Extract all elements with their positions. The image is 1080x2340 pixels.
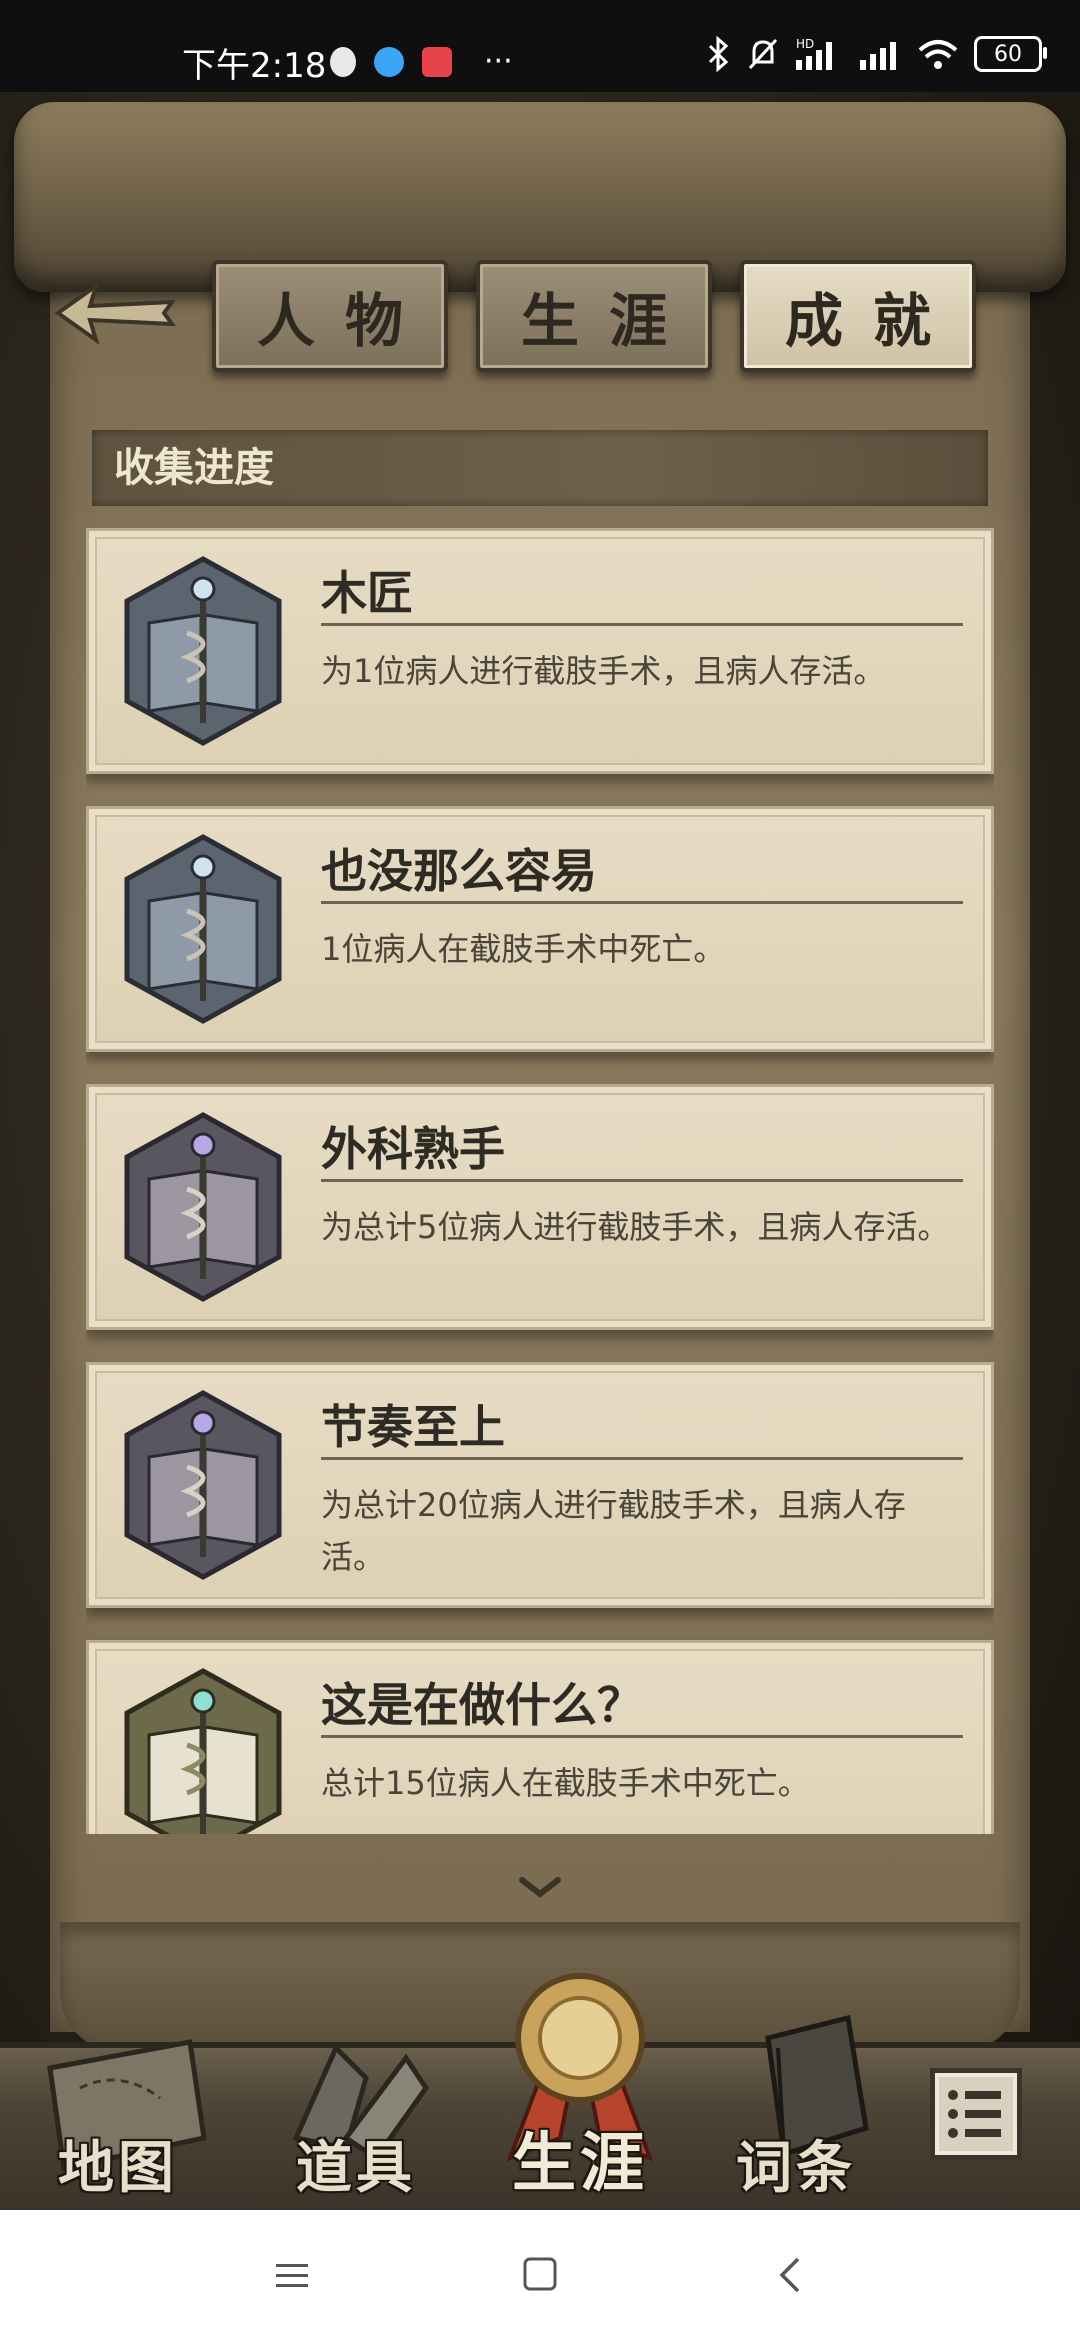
signal-hd-icon: HD (796, 37, 832, 70)
divider (321, 901, 963, 904)
silver-book-badge-icon (124, 556, 282, 746)
recent-apps-icon[interactable] (274, 2260, 310, 2292)
list-icon (948, 2090, 1001, 2138)
qq-icon (330, 46, 356, 77)
silver-book-badge-icon (124, 834, 282, 1024)
battery-level: 60 (994, 41, 1022, 67)
achievement-card[interactable]: 外科熟手 为总计5位病人进行截肢手术，且病人存活。 (86, 1084, 994, 1330)
status-bar: 下午2:18 ··· HD 60 (0, 0, 1080, 92)
app-icon (422, 46, 452, 77)
wifi-icon (918, 40, 958, 69)
status-time: 下午2:18 (182, 46, 327, 86)
back-arrow-icon[interactable] (52, 268, 182, 358)
svg-text:HD: HD (796, 37, 814, 51)
achievement-card[interactable]: 节奏至上 为总计20位病人进行截肢手术，且病人存活。 (86, 1362, 994, 1608)
purple-book-badge-icon (124, 1390, 282, 1580)
divider (321, 623, 963, 626)
nav-map[interactable]: 地图 (58, 2123, 178, 2204)
nav-items[interactable]: 道具 (296, 2123, 416, 2204)
system-icons: HD 60 (706, 36, 1047, 72)
achievement-description: 1位病人在截肢手术中死亡。 (321, 930, 726, 968)
achievement-card[interactable]: 这是在做什么？ 总计15位病人在截肢手术中死亡。 (86, 1640, 994, 1834)
achievement-title: 外科熟手 (321, 1122, 505, 1176)
gold-book-badge-icon (124, 1668, 282, 1834)
nav-glossary[interactable]: 词条 (736, 2123, 856, 2204)
divider (321, 1457, 963, 1460)
tab-character[interactable]: 人物 (212, 260, 448, 372)
nav-career[interactable]: 生涯 (512, 2112, 648, 2204)
achievement-title: 木匠 (321, 566, 413, 620)
achievement-title: 也没那么容易 (321, 844, 597, 898)
chevron-down-icon[interactable] (516, 1872, 564, 1902)
tab-bar: 人物 生涯 成就 (212, 260, 976, 372)
notification-icons: ··· (330, 44, 513, 79)
achievement-title: 这是在做什么？ (321, 1678, 643, 1732)
divider (321, 1735, 963, 1738)
system-nav-bar (0, 2210, 1080, 2340)
divider (321, 1179, 963, 1182)
achievement-title: 节奏至上 (321, 1400, 505, 1454)
tab-career[interactable]: 生涯 (476, 260, 712, 372)
purple-book-badge-icon (124, 1112, 282, 1302)
achievement-card[interactable]: 也没那么容易 1位病人在截肢手术中死亡。 (86, 806, 994, 1052)
bluetooth-icon (708, 36, 729, 72)
achievement-description: 总计15位病人在截肢手术中死亡。 (321, 1764, 810, 1802)
tab-achievements[interactable]: 成就 (740, 260, 976, 372)
section-title: 收集进度 (92, 430, 988, 506)
menu-button[interactable] (930, 2068, 1022, 2160)
achievement-description: 为总计5位病人进行截肢手术，且病人存活。 (321, 1208, 950, 1246)
home-icon[interactable] (522, 2256, 558, 2292)
back-icon[interactable] (776, 2256, 802, 2294)
achievement-list[interactable]: 木匠 为1位病人进行截肢手术，且病人存活。 也没那么容易 1位病人在截肢手术中死… (86, 528, 994, 1834)
battery-icon: 60 (974, 36, 1047, 72)
mute-icon (748, 38, 778, 70)
achievement-card[interactable]: 木匠 为1位病人进行截肢手术，且病人存活。 (86, 528, 994, 774)
achievement-description: 为总计20位病人进行截肢手术，且病人存活。 (321, 1486, 906, 1576)
signal-icon (860, 42, 896, 70)
browser-icon (374, 46, 404, 77)
achievement-description: 为1位病人进行截肢手术，且病人存活。 (321, 652, 886, 690)
game-screen: 人物 生涯 成就 收集进度 木匠 为1位病人进行截肢手术，且病人存活。 也没那么… (0, 92, 1080, 2210)
bottom-nav: 地图 道具 生涯 词条 (0, 1973, 1080, 2210)
more-dots-icon: ··· (484, 44, 513, 79)
